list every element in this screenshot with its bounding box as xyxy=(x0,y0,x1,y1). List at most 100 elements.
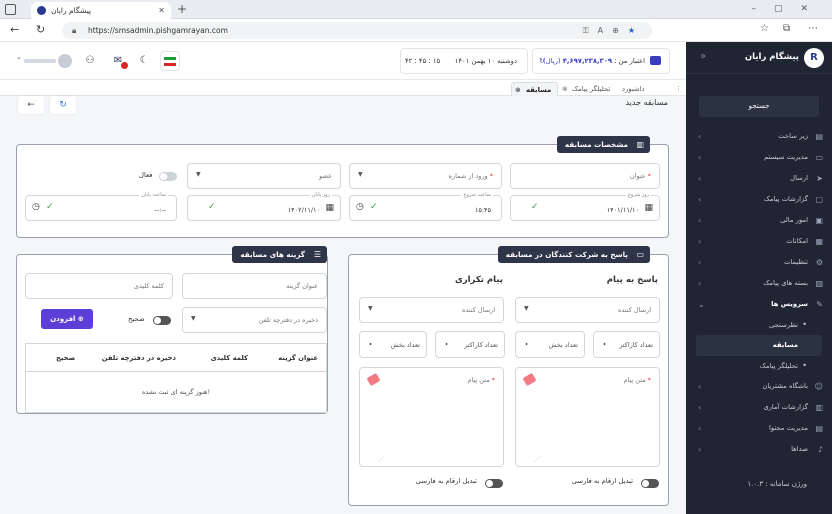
reload-icon[interactable]: ↻ xyxy=(36,23,45,36)
more-icon[interactable]: ⋯ xyxy=(808,23,818,34)
end-day-input[interactable]: روز پایان ۱۴۰۲/۱۱/۱۰ ▦ ✓ xyxy=(187,192,341,221)
sidebar-item-statistics[interactable]: ‹ گزارشات آماری ▥ xyxy=(686,397,832,418)
chevron-left-icon: ‹ xyxy=(698,153,702,162)
end-time-input[interactable]: ساعت پایان --:-- ◷ ✓ xyxy=(25,192,177,221)
reply-message-textarea[interactable]: متن پیام * ⋰ xyxy=(515,367,660,467)
address-bar-actions[interactable]: ⚿A⊕★ xyxy=(583,22,644,39)
stepper-icon: ⬩ xyxy=(525,340,528,348)
start-time-input[interactable]: ساعت شروع ۱۵:۴۵ ◷ ✓ xyxy=(349,192,502,221)
phonebook-select[interactable]: ذخیره در دفترچه تلفن ▼ xyxy=(182,307,327,333)
close-tab-icon[interactable]: ✕ xyxy=(158,2,165,19)
sidebar-item-label: نظرسنجی xyxy=(768,321,798,329)
repeat-sender-select[interactable]: ارسال کننده ▼ xyxy=(359,297,504,323)
sidebar-item-finance[interactable]: ‹ امور مالی ▣ xyxy=(686,210,832,231)
stepper-icon: ⬩ xyxy=(369,340,372,348)
stepper-icon: ⬩ xyxy=(445,340,448,348)
sidebar-subitem-survey[interactable]: • نظرسنجی xyxy=(686,315,832,335)
monitor-icon: ▭ xyxy=(815,153,823,162)
address-bar[interactable]: 🔒︎ https://smsadmin.pishgamrayan.com ⚿A⊕… xyxy=(62,22,652,39)
stepper-icon: ⬩ xyxy=(603,340,606,348)
refresh-credit-icon[interactable]: ↻ xyxy=(539,49,545,73)
sidebar-item-system-management[interactable]: ‹ مدیریت سیستم ▭ xyxy=(686,147,832,168)
reply-sender-select[interactable]: ارسال کننده ▼ xyxy=(515,297,660,323)
sidebar-item-services[interactable]: ⌄ سرویس ها ✎ xyxy=(686,294,832,315)
chart-icon: ▥ xyxy=(636,140,644,149)
sidebar-item-label: تحلیلگر پیامک xyxy=(759,362,798,370)
sidebar-subitem-contest[interactable]: مسابقه xyxy=(696,335,822,356)
collections-icon[interactable]: ⧉ xyxy=(783,23,790,34)
new-tab-icon[interactable]: + xyxy=(177,0,187,19)
sidebar-item-customer-club[interactable]: ‹ باشگاه مشتریان ☺ xyxy=(686,376,832,397)
main-content: مسابقه جدید ↻ ← مشخصات مسابقه ▥ عنوان * و… xyxy=(0,96,686,514)
tab-dashboard[interactable]: داشبورد xyxy=(622,82,644,96)
repeat-char-count[interactable]: تعداد کاراکتر ⬩ xyxy=(435,331,505,358)
repeat-convert-digits-toggle[interactable] xyxy=(485,479,503,488)
page-tabs: ⋮ داشبورد ⊗ تحلیلگر پیامک ⊗ مسابقه xyxy=(0,80,686,96)
reply-convert-digits-toggle[interactable] xyxy=(641,479,659,488)
tab-contest[interactable]: ⊗ مسابقه xyxy=(511,82,559,96)
sidebar: » پیشگام رایان R جستجو ‹ زیر ساخت ▤ ‹ مدیری… xyxy=(686,42,832,514)
package-icon: ▧ xyxy=(815,279,823,288)
caret-down-icon: ▼ xyxy=(196,171,201,178)
keyword-input[interactable]: کلمه کلیدی xyxy=(25,273,173,299)
sidebar-item-send[interactable]: ‹ ارسال ➤ xyxy=(686,168,832,189)
bullet-icon: • xyxy=(802,320,807,329)
caret-down-icon: ▼ xyxy=(358,171,363,178)
reply-part-count[interactable]: تعداد بخش ⬩ xyxy=(515,331,585,358)
calendar-icon: ▦ xyxy=(644,203,653,213)
correct-toggle[interactable] xyxy=(153,316,171,325)
sidebar-item-sms-packages[interactable]: ‹ بسته های پیامک ▧ xyxy=(686,273,832,294)
sidebar-item-features[interactable]: ‹ امکانات ▦ xyxy=(686,231,832,252)
sidebar-search-button[interactable]: جستجو xyxy=(699,96,819,117)
tab-sms-analyzer[interactable]: ⊗ تحلیلگر پیامک xyxy=(562,82,610,96)
sidebar-item-label: مدیریت محتوا xyxy=(768,424,808,432)
back-button[interactable]: ← xyxy=(18,96,44,114)
user-menu[interactable]: ⌄ xyxy=(16,51,74,71)
sidebar-item-infrastructure[interactable]: ‹ زیر ساخت ▤ xyxy=(686,126,832,147)
member-select[interactable]: عضو ▼ xyxy=(187,163,341,189)
collapse-sidebar-icon[interactable]: » xyxy=(700,51,706,62)
language-flag-icon[interactable] xyxy=(160,51,180,71)
network-icon[interactable]: ⚇ xyxy=(80,51,100,71)
list-icon: ☰ xyxy=(313,250,321,259)
option-title-placeholder: عنوان گزینه xyxy=(286,282,318,290)
active-toggle[interactable] xyxy=(159,172,177,181)
calendar-icon: ▦ xyxy=(325,203,334,213)
end-time-value: --:-- xyxy=(154,206,166,214)
site-favicon-icon xyxy=(37,6,46,15)
add-option-button[interactable]: افزودن ⊕ xyxy=(41,309,93,329)
repeat-message-textarea[interactable]: متن پیام * ⋰ xyxy=(359,367,504,467)
chevron-left-icon: ‹ xyxy=(698,382,702,391)
messages-icon[interactable]: ✉ xyxy=(108,51,128,71)
header-option-title: عنوان گزینه xyxy=(278,354,318,362)
sidebar-item-content[interactable]: ‹ مدیریت محتوا ▤ xyxy=(686,418,832,439)
window-controls[interactable]: –▢✕ xyxy=(751,0,826,19)
bullet-icon: • xyxy=(802,361,807,370)
sidebar-item-label: گزارشات آماری xyxy=(763,403,808,411)
reply-char-count[interactable]: تعداد کاراکتر ⬩ xyxy=(593,331,660,358)
dark-mode-icon[interactable]: ☾ xyxy=(134,51,154,71)
chevron-left-icon: ‹ xyxy=(698,279,702,288)
contest-title-input[interactable]: عنوان * xyxy=(510,163,660,189)
refresh-button[interactable]: ↻ xyxy=(50,96,76,114)
sidebar-item-sounds[interactable]: ‹ صداها ♪ xyxy=(686,439,832,460)
back-icon[interactable]: ← xyxy=(10,23,19,36)
sidebar-subitem-sms-analyzer[interactable]: • تحلیلگر پیامک xyxy=(686,356,832,376)
repeat-part-count[interactable]: تعداد بخش ⬩ xyxy=(359,331,427,358)
end-time-label: ساعت پایان xyxy=(139,192,168,198)
sidebar-item-settings[interactable]: ‹ تنظیمات ⚙ xyxy=(686,252,832,273)
phone-select-placeholder: ورود از شماره xyxy=(448,172,488,180)
close-tab-icon: ⊗ xyxy=(515,86,521,94)
start-day-input[interactable]: روز شروع ۱۴۰۱/۱۱/۱۰ ▦ ✓ xyxy=(510,192,660,221)
sidebar-item-sms-reports[interactable]: ‹ گزارشات پیامک ▢ xyxy=(686,189,832,210)
start-time-label: ساعت شروع xyxy=(461,192,493,198)
caret-down-icon: ▼ xyxy=(368,305,373,312)
member-select-value: عضو xyxy=(319,172,332,180)
favorites-icon[interactable]: ☆ xyxy=(760,23,769,34)
tab-actions-icon[interactable] xyxy=(5,4,16,15)
phone-select[interactable]: ورود از شماره * ▼ xyxy=(349,163,502,189)
close-tab-icon: ⊗ xyxy=(562,85,568,93)
option-title-input[interactable]: عنوان گزینه xyxy=(182,273,327,299)
browser-tab[interactable]: پیشگام رایان ✕ xyxy=(31,2,171,19)
tabs-menu-icon[interactable]: ⋮ xyxy=(675,82,682,96)
